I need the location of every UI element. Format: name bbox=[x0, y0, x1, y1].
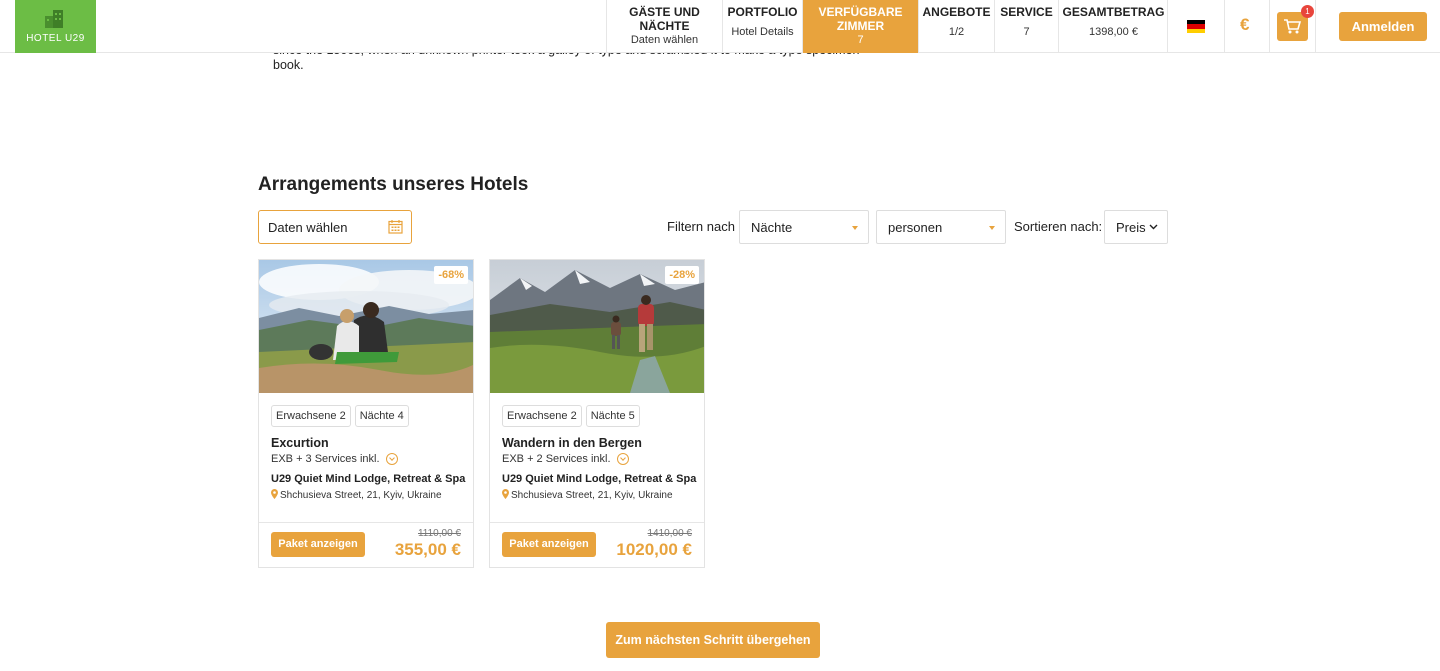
nights-select-value: Nächte bbox=[751, 220, 793, 235]
package-photo: -68% bbox=[259, 260, 473, 393]
sort-select[interactable]: Preis bbox=[1104, 210, 1168, 244]
next-step-button[interactable]: Zum nächsten Schritt übergehen bbox=[606, 622, 820, 658]
hotel-name: U29 Quiet Mind Lodge, Retreat & Spa bbox=[502, 473, 697, 485]
step-title: VERFÜGBARE ZIMMER bbox=[818, 5, 903, 33]
step-title: ANGEBOTE bbox=[922, 5, 991, 19]
step-title: SERVICE bbox=[1000, 5, 1053, 19]
step-subtitle: 7 bbox=[857, 34, 864, 46]
package-title: Excurtion bbox=[271, 436, 329, 450]
package-title: Wandern in den Bergen bbox=[502, 436, 642, 450]
package-card[interactable]: -28% Erwachsene 2 Nächte 5 Wandern in de… bbox=[489, 259, 705, 568]
new-price: 355,00 € bbox=[394, 540, 461, 559]
step-guests-nights[interactable]: GÄSTE UND NÄCHTE Daten wählen bbox=[606, 0, 722, 53]
nights-select[interactable]: Nächte bbox=[739, 210, 869, 244]
step-available-rooms[interactable]: VERFÜGBARE ZIMMER 7 bbox=[802, 0, 918, 53]
persons-select[interactable]: personen bbox=[876, 210, 1006, 244]
cart-count-badge: 1 bbox=[1301, 5, 1314, 18]
building-icon bbox=[45, 10, 63, 28]
package-services: EXB + 3 Services inkl. bbox=[271, 453, 380, 465]
filter-label: Filtern nach bbox=[667, 219, 735, 234]
date-picker-input[interactable]: Daten wählen bbox=[258, 210, 412, 244]
currency-symbol[interactable]: € bbox=[1240, 15, 1249, 35]
show-package-button[interactable]: Paket anzeigen bbox=[502, 532, 596, 557]
hotel-address: Shchusieva Street, 21, Kyiv, Ukraine bbox=[511, 490, 673, 501]
step-portfolio[interactable]: PORTFOLIO Hotel Details bbox=[722, 0, 802, 53]
discount-badge: -28% bbox=[665, 266, 699, 284]
sort-select-value: Preis bbox=[1116, 220, 1146, 235]
package-photo: -28% bbox=[490, 260, 704, 393]
package-card[interactable]: -68% Erwachsene 2 Nächte 4 Excurtion EXB… bbox=[258, 259, 474, 568]
step-title: GÄSTE UND NÄCHTE bbox=[629, 5, 700, 33]
step-subtitle: 7 bbox=[1023, 26, 1030, 38]
step-subtitle: 1398,00 € bbox=[1089, 26, 1138, 38]
step-subtitle: 1/2 bbox=[948, 26, 965, 38]
step-subtitle: Daten wählen bbox=[630, 34, 699, 46]
persons-select-value: personen bbox=[888, 220, 943, 235]
step-offers[interactable]: ANGEBOTE 1/2 bbox=[918, 0, 994, 53]
hotel-logo[interactable]: HOTEL U29 bbox=[15, 0, 96, 53]
card-divider bbox=[259, 522, 473, 523]
caret-down-icon bbox=[989, 226, 995, 230]
location-pin-icon bbox=[502, 489, 509, 499]
booking-steps: GÄSTE UND NÄCHTE Daten wählen PORTFOLIO … bbox=[606, 0, 1168, 53]
discount-badge: -68% bbox=[434, 266, 468, 284]
adults-tag: Erwachsene 2 bbox=[502, 405, 582, 427]
hotel-address: Shchusieva Street, 21, Kyiv, Ukraine bbox=[280, 490, 442, 501]
logo-text: HOTEL U29 bbox=[26, 33, 85, 44]
old-price: 1410,00 € bbox=[647, 528, 693, 539]
show-package-button[interactable]: Paket anzeigen bbox=[271, 532, 365, 557]
caret-down-icon bbox=[852, 226, 858, 230]
card-divider bbox=[490, 522, 704, 523]
old-price: 1110,00 € bbox=[417, 528, 461, 539]
cart-icon bbox=[1284, 19, 1301, 34]
services-expand-icon[interactable] bbox=[617, 453, 629, 465]
step-title: GESAMTBETRAG bbox=[1062, 5, 1165, 19]
step-title: PORTFOLIO bbox=[727, 5, 798, 19]
hotel-name: U29 Quiet Mind Lodge, Retreat & Spa bbox=[271, 473, 466, 485]
nights-tag: Nächte 5 bbox=[585, 405, 640, 427]
package-tags: Erwachsene 2 Nächte 4 bbox=[271, 405, 409, 427]
step-subtitle: Hotel Details bbox=[731, 26, 794, 38]
new-price: 1020,00 € bbox=[616, 540, 692, 559]
package-tags: Erwachsene 2 Nächte 5 bbox=[502, 405, 640, 427]
sort-label: Sortieren nach: bbox=[1014, 219, 1103, 234]
login-button[interactable]: Anmelden bbox=[1339, 12, 1427, 41]
german-flag-icon[interactable] bbox=[1187, 20, 1205, 33]
chevron-down-icon bbox=[1149, 224, 1158, 230]
services-expand-icon[interactable] bbox=[386, 453, 398, 465]
step-service[interactable]: SERVICE 7 bbox=[994, 0, 1058, 53]
date-placeholder: Daten wählen bbox=[268, 220, 348, 235]
top-navigation-bar: HOTEL U29 GÄSTE UND NÄCHTE Daten wählen … bbox=[0, 0, 1440, 53]
section-title: Arrangements unseres Hotels bbox=[258, 174, 529, 195]
calendar-icon bbox=[388, 220, 403, 234]
location-pin-icon bbox=[271, 489, 278, 499]
adults-tag: Erwachsene 2 bbox=[271, 405, 351, 427]
nights-tag: Nächte 4 bbox=[354, 405, 409, 427]
step-total[interactable]: GESAMTBETRAG 1398,00 € bbox=[1058, 0, 1168, 53]
package-services: EXB + 2 Services inkl. bbox=[502, 453, 611, 465]
